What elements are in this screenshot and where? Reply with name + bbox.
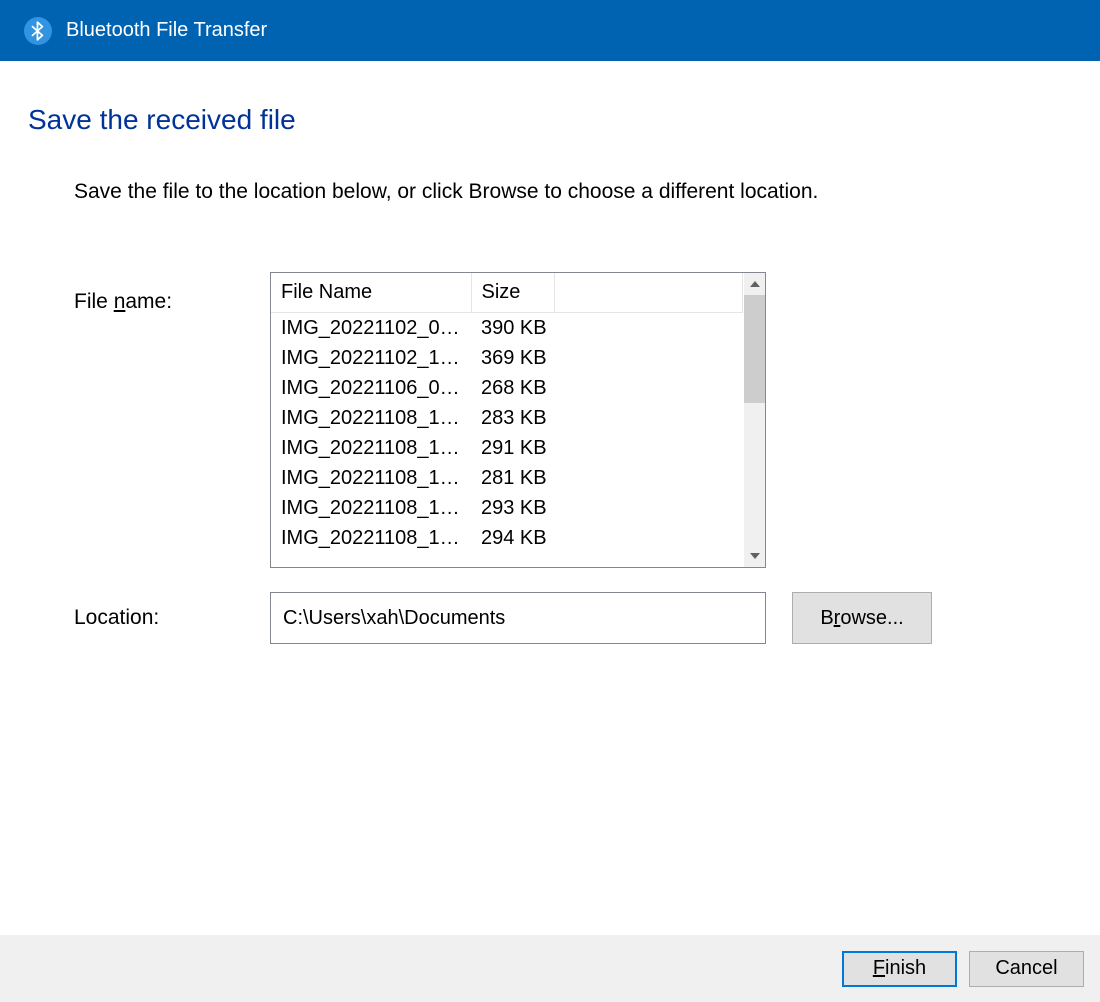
- filename-row: File name: File Name Size IMG_20221102_0…: [74, 272, 1072, 568]
- filename-label-prefix: File: [74, 290, 114, 313]
- window-title: Bluetooth File Transfer: [66, 19, 267, 42]
- scroll-down-button[interactable]: [744, 545, 765, 567]
- file-list[interactable]: File Name Size IMG_20221102_09...390 KBI…: [270, 272, 766, 568]
- location-row: Location: Browse...: [74, 592, 1072, 644]
- table-row[interactable]: IMG_20221108_17...281 KB: [271, 463, 743, 493]
- file-list-body: File Name Size IMG_20221102_09...390 KBI…: [271, 273, 743, 567]
- table-row[interactable]: IMG_20221108_18...294 KB: [271, 523, 743, 553]
- file-size-cell: 283 KB: [471, 403, 555, 433]
- file-size-cell: 281 KB: [471, 463, 555, 493]
- table-row[interactable]: IMG_20221108_17...291 KB: [271, 433, 743, 463]
- finish-label-accesskey: F: [873, 957, 885, 980]
- file-name-cell: IMG_20221108_17...: [271, 463, 471, 493]
- file-name-cell: IMG_20221106_00...: [271, 373, 471, 403]
- footer: Finish Cancel: [0, 935, 1100, 1002]
- browse-label-prefix: B: [820, 607, 833, 630]
- file-size-cell: 369 KB: [471, 343, 555, 373]
- file-name-cell: IMG_20221108_17...: [271, 493, 471, 523]
- table-row[interactable]: IMG_20221108_13...283 KB: [271, 403, 743, 433]
- file-name-cell: IMG_20221102_09...: [271, 313, 471, 344]
- page-title: Save the received file: [28, 104, 1072, 136]
- column-header-spacer: [555, 273, 743, 313]
- filename-label-suffix: ame:: [125, 290, 172, 313]
- filename-label-accesskey: n: [114, 290, 126, 313]
- file-name-cell: IMG_20221102_10...: [271, 343, 471, 373]
- browse-label-accesskey: r: [834, 607, 841, 630]
- browse-button[interactable]: Browse...: [792, 592, 932, 644]
- table-row[interactable]: IMG_20221106_00...268 KB: [271, 373, 743, 403]
- cancel-button[interactable]: Cancel: [969, 951, 1084, 987]
- file-size-cell: 268 KB: [471, 373, 555, 403]
- location-input[interactable]: [270, 592, 766, 644]
- scroll-up-button[interactable]: [744, 273, 765, 295]
- instruction-text: Save the file to the location below, or …: [74, 180, 1072, 204]
- table-row[interactable]: IMG_20221108_17...293 KB: [271, 493, 743, 523]
- file-name-cell: IMG_20221108_18...: [271, 523, 471, 553]
- file-size-cell: 294 KB: [471, 523, 555, 553]
- filename-label: File name:: [74, 272, 270, 314]
- finish-button[interactable]: Finish: [842, 951, 957, 987]
- column-header-filename[interactable]: File Name: [271, 273, 471, 313]
- file-size-cell: 291 KB: [471, 433, 555, 463]
- bluetooth-icon: [24, 17, 52, 45]
- file-name-cell: IMG_20221108_13...: [271, 403, 471, 433]
- table-row[interactable]: IMG_20221102_10...369 KB: [271, 343, 743, 373]
- table-row[interactable]: IMG_20221102_09...390 KB: [271, 313, 743, 344]
- column-header-size[interactable]: Size: [471, 273, 555, 313]
- titlebar: Bluetooth File Transfer: [0, 0, 1100, 61]
- location-label: Location:: [74, 592, 270, 630]
- scroll-track[interactable]: [744, 295, 765, 545]
- scroll-thumb[interactable]: [744, 295, 765, 403]
- content-area: Save the received file Save the file to …: [0, 61, 1100, 644]
- finish-label-suffix: inish: [885, 957, 926, 980]
- browse-label-suffix: owse...: [840, 607, 903, 630]
- file-table: File Name Size IMG_20221102_09...390 KBI…: [271, 273, 743, 553]
- file-size-cell: 293 KB: [471, 493, 555, 523]
- file-size-cell: 390 KB: [471, 313, 555, 344]
- file-name-cell: IMG_20221108_17...: [271, 433, 471, 463]
- file-list-scrollbar[interactable]: [743, 273, 765, 567]
